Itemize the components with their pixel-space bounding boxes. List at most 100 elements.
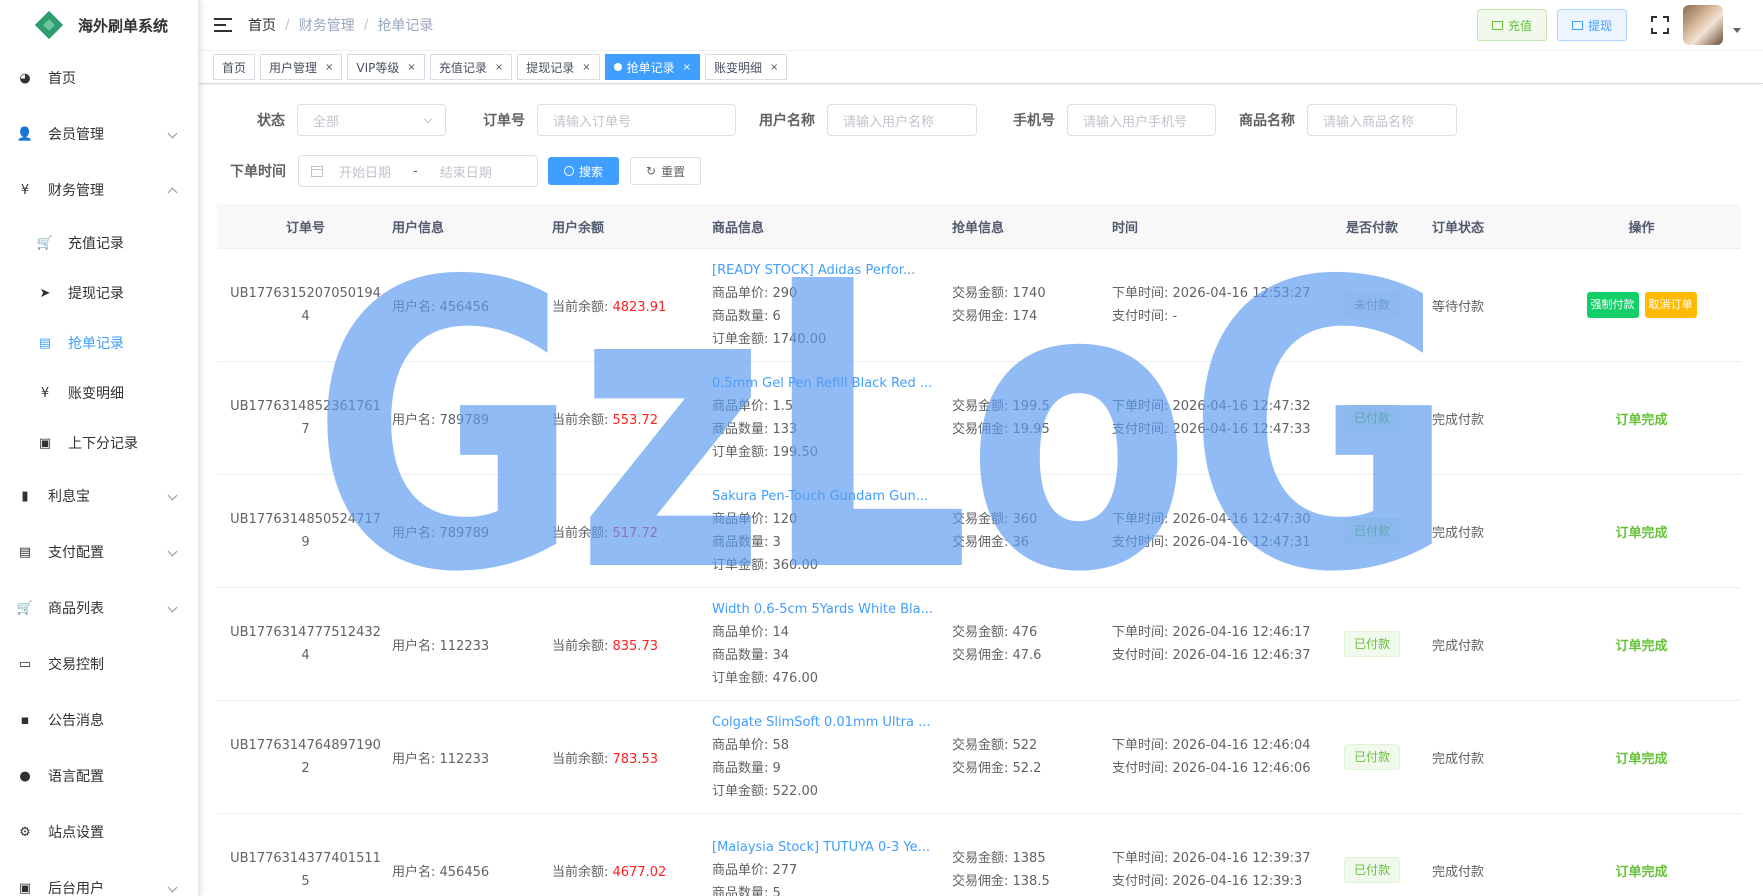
product-link[interactable]: Colgate SlimSoft 0.01mm Ultra ... [712,711,934,734]
search-icon [564,166,574,176]
search-button[interactable]: 搜索 [548,157,620,185]
tab-label: 账变明细 [714,60,763,75]
sidebar-item-3[interactable]: ▮ 利息宝 [0,468,198,524]
sidebar-item-0[interactable]: ◕ 首页 [0,50,198,106]
sidebar-item-10[interactable]: ▣ 后台用户 [0,860,198,896]
order-status: 完成付款 [1432,412,1485,428]
trade-amount: 交易金额: 1385 [952,851,1046,866]
recharge-button[interactable]: 充值 [1476,9,1547,41]
tab-2[interactable]: VIP等级 × [347,54,425,80]
time-info: 下单时间: 2026-04-16 12:47:30 支付时间: 2026-04-1… [1102,508,1322,554]
cart-icon: 🛒 [16,600,34,616]
order-time: 下单时间: 2026-04-16 12:46:04 [1112,738,1311,753]
sidebar-subitem-label: 账变明细 [68,386,124,402]
sidebar-item-label: 站点设置 [48,825,104,841]
sidebar-subitem-2[interactable]: ▤ 抢单记录 [0,318,198,368]
tab-label: 用户管理 [269,60,318,75]
product-quantity: 商品数量: 5 [712,885,781,896]
date-range-picker[interactable]: 开始日期 - 结束日期 [298,155,538,187]
withdraw-button[interactable]: 提现 [1556,9,1627,41]
avatar[interactable] [1683,5,1723,45]
phone-label: 手机号 [1013,113,1055,129]
grab-info: 交易金额: 199.5 交易佣金: 19.95 [942,395,1102,441]
breadcrumb-home[interactable]: 首页 [248,15,276,35]
tab-6[interactable]: 账变明细 × [705,54,788,80]
close-icon[interactable]: × [325,62,333,73]
username-input[interactable]: 请输入用户名称 [827,104,977,136]
sidebar-subitem-4[interactable]: ▣ 上下分记录 [0,418,198,468]
chevron-down-icon [167,602,178,613]
tab-5[interactable]: 抢单记录 × [604,54,701,80]
sidebar-item-8[interactable]: ● 语言配置 [0,748,198,804]
table-row: UB17763148523617617 用户名: 789789 当前余额: 553.… [217,362,1741,475]
close-icon[interactable]: × [770,62,778,73]
product-name-placeholder: 请输入商品名称 [1323,114,1415,130]
table-row: UB17763143774015115 用户名: 456456 当前余额: 4677… [217,814,1741,896]
sidebar-subitem-label: 提现记录 [68,286,124,302]
sidebar-item-9[interactable]: ⚙ 站点设置 [0,804,198,860]
close-icon[interactable]: × [582,62,590,73]
breadcrumb-finance: 财务管理 [298,18,355,34]
phone-placeholder: 请输入用户手机号 [1083,114,1188,130]
product-name-input[interactable]: 请输入商品名称 [1307,104,1457,136]
user-info: 用户名: 789789 [392,412,490,428]
order-amount: 订单金额: 199.50 [712,445,818,460]
sidebar-item-2[interactable]: ¥ 财务管理 [0,162,198,218]
product-link[interactable]: [READY STOCK] Adidas Perfor... [712,259,934,282]
sidebar-item-4[interactable]: ▤ 支付配置 [0,524,198,580]
sidebar-item-1[interactable]: 👤 会员管理 [0,106,198,162]
product-link[interactable]: 0.5mm Gel Pen Refill Black Red ... [712,372,934,395]
sidebar-item-7[interactable]: ▪ 公告消息 [0,692,198,748]
product-link[interactable]: [Malaysia Stock] TUTUYA 0-3 Ye... [712,836,934,859]
order-no-input[interactable]: 请输入订单号 [537,104,736,136]
order-amount: 订单金额: 1740.00 [712,332,827,347]
order-no-placeholder: 请输入订单号 [553,114,632,130]
sidebar-subitem-3[interactable]: ¥ 账变明细 [0,368,198,418]
close-icon[interactable]: × [407,62,415,73]
fullscreen-icon[interactable] [1651,16,1669,34]
status-select[interactable]: 全部 [297,104,446,136]
tags-view: 首页 用户管理 × VIP等级 × 充值记录 × 提现记录 × 抢单记录 × 账变明细 × [199,50,1763,84]
hamburger-icon[interactable] [214,17,232,33]
monitor-icon: ▭ [18,656,32,672]
globe-icon: ● [19,768,31,784]
product-quantity: 商品数量: 133 [712,422,798,437]
close-icon[interactable]: × [683,62,691,73]
column-header: 是否付款 [1345,220,1398,236]
sidebar-item-label: 语言配置 [48,769,104,785]
sidebar-item-label: 交易控制 [48,657,104,673]
time-info: 下单时间: 2026-04-16 12:46:17 支付时间: 2026-04-1… [1102,621,1322,667]
tab-1[interactable]: 用户管理 × [260,54,343,80]
trade-commission: 交易佣金: 174 [952,309,1038,324]
cancel-order-button[interactable]: 取消订单 [1644,292,1697,318]
logo[interactable]: 海外刷单系统 [0,0,198,50]
order-time: 下单时间: 2026-04-16 12:47:32 [1112,399,1311,414]
pay-time: 支付时间: 2026-04-16 12:46:06 [1112,761,1311,776]
tab-0[interactable]: 首页 [213,54,256,80]
sidebar-item-5[interactable]: 🛒 商品列表 [0,580,198,636]
trade-amount: 交易金额: 360 [952,512,1038,527]
user-info: 用户名: 456456 [392,864,490,880]
user-info: 用户名: 456456 [392,299,490,315]
sidebar-item-6[interactable]: ▭ 交易控制 [0,636,198,692]
product-link[interactable]: Sakura Pen-Touch Gundam Gun... [712,485,934,508]
end-date-placeholder: 结束日期 [439,165,492,181]
close-icon[interactable]: × [495,62,503,73]
scrollbar[interactable] [1755,50,1761,896]
user-balance: 当前余额: 517.72 [542,522,702,541]
sidebar-subitem-0[interactable]: 🛒 充值记录 [0,218,198,268]
sidebar-subitem-1[interactable]: ➤ 提现记录 [0,268,198,318]
order-status: 完成付款 [1432,525,1485,541]
product-link[interactable]: Width 0.6-5cm 5Yards White Bla... [712,598,934,621]
pay-time: 支付时间: - [1112,309,1178,324]
phone-input[interactable]: 请输入用户手机号 [1067,104,1216,136]
tab-4[interactable]: 提现记录 × [517,54,600,80]
force-pay-button[interactable]: 强制付款 [1586,292,1639,318]
caret-down-icon[interactable] [1733,27,1741,33]
tab-label: VIP等级 [356,60,400,75]
payment-status-badge: 已付款 [1343,518,1400,544]
username-label: 用户名称 [759,113,815,129]
reset-button[interactable]: ↻ 重置 [630,157,702,185]
tab-3[interactable]: 充值记录 × [429,54,513,80]
sidebar-item-label: 首页 [48,71,76,87]
